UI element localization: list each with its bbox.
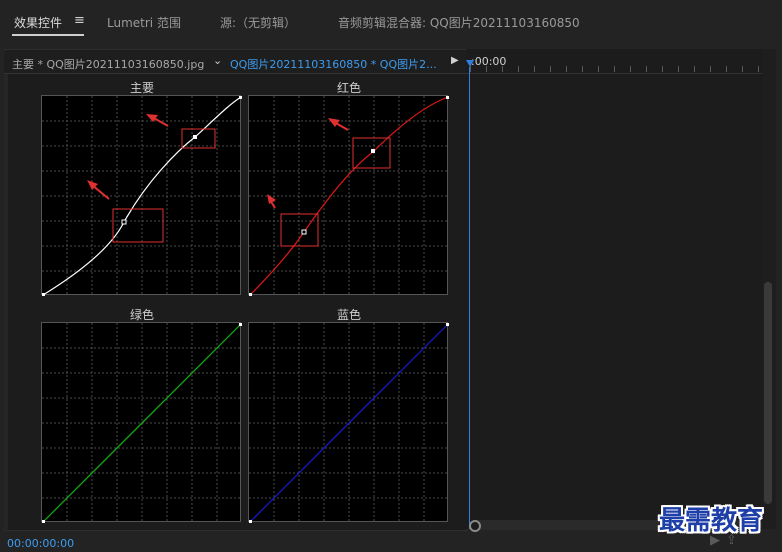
master-curve-title: 主要 [129, 81, 154, 95]
timecode-display[interactable]: 00:00:00:00 [7, 537, 74, 550]
panel-menu-icon[interactable]: ≡ [74, 13, 85, 28]
tab-source[interactable]: 源:（无剪辑） [220, 14, 296, 31]
red-curve-graph[interactable] [248, 95, 449, 296]
vertical-scroll-thumb[interactable] [764, 282, 772, 504]
arrow-annotation [328, 118, 340, 127]
curve-endpoint-handle [249, 293, 252, 296]
chevron-down-icon[interactable]: ⌄ [213, 54, 222, 67]
ruler-ticks [470, 66, 762, 72]
curve-endpoint-handle [446, 323, 449, 326]
curve-endpoint-handle [42, 520, 45, 523]
control-point [193, 135, 197, 139]
green-curve-graph[interactable] [41, 322, 242, 523]
red-curve-title: 红色 [336, 81, 361, 95]
tab-lumetri-scopes[interactable]: Lumetri 范围 [107, 14, 181, 31]
blue-curve-graph[interactable] [248, 322, 449, 523]
active-tab-indicator [12, 34, 84, 36]
curve-endpoint-handle [42, 293, 45, 296]
playhead-line [469, 67, 470, 529]
control-point [371, 149, 375, 153]
control-point [301, 229, 307, 235]
control-point [121, 219, 127, 225]
blue-curve-title: 蓝色 [336, 308, 361, 322]
clip-selector-bar: 主要 * QQ图片20211103160850.jpg ⌄ QQ图片202111… [4, 51, 466, 74]
watermark-logo: 最需教育 [659, 506, 764, 536]
panel-gutter [4, 74, 8, 529]
play-arrow-icon[interactable]: ▶ [451, 55, 459, 66]
curve-endpoint-handle [446, 96, 449, 99]
zoom-handle[interactable] [469, 520, 481, 532]
tab-audio-clip-mixer[interactable]: 音频剪辑混合器: QQ图片20211103160850 [338, 14, 580, 31]
master-clip-label[interactable]: 主要 * QQ图片20211103160850.jpg [12, 56, 204, 72]
playhead-handle[interactable] [466, 60, 474, 67]
curve-endpoint-handle [239, 323, 242, 326]
green-curve-title: 绿色 [129, 308, 154, 322]
tab-effect-controls[interactable]: 效果控件 [14, 14, 62, 31]
curve-endpoint-handle [249, 520, 252, 523]
curve-endpoint-handle [239, 96, 242, 99]
sequence-clip-label[interactable]: QQ图片20211103160850 * QQ图片2... [230, 56, 437, 72]
master-curve-graph[interactable] [41, 95, 242, 296]
mini-timeline[interactable] [466, 49, 762, 529]
highlight-box [112, 208, 164, 243]
highlight-box [181, 128, 216, 149]
ruler-start-label: :00:00 [471, 55, 507, 68]
